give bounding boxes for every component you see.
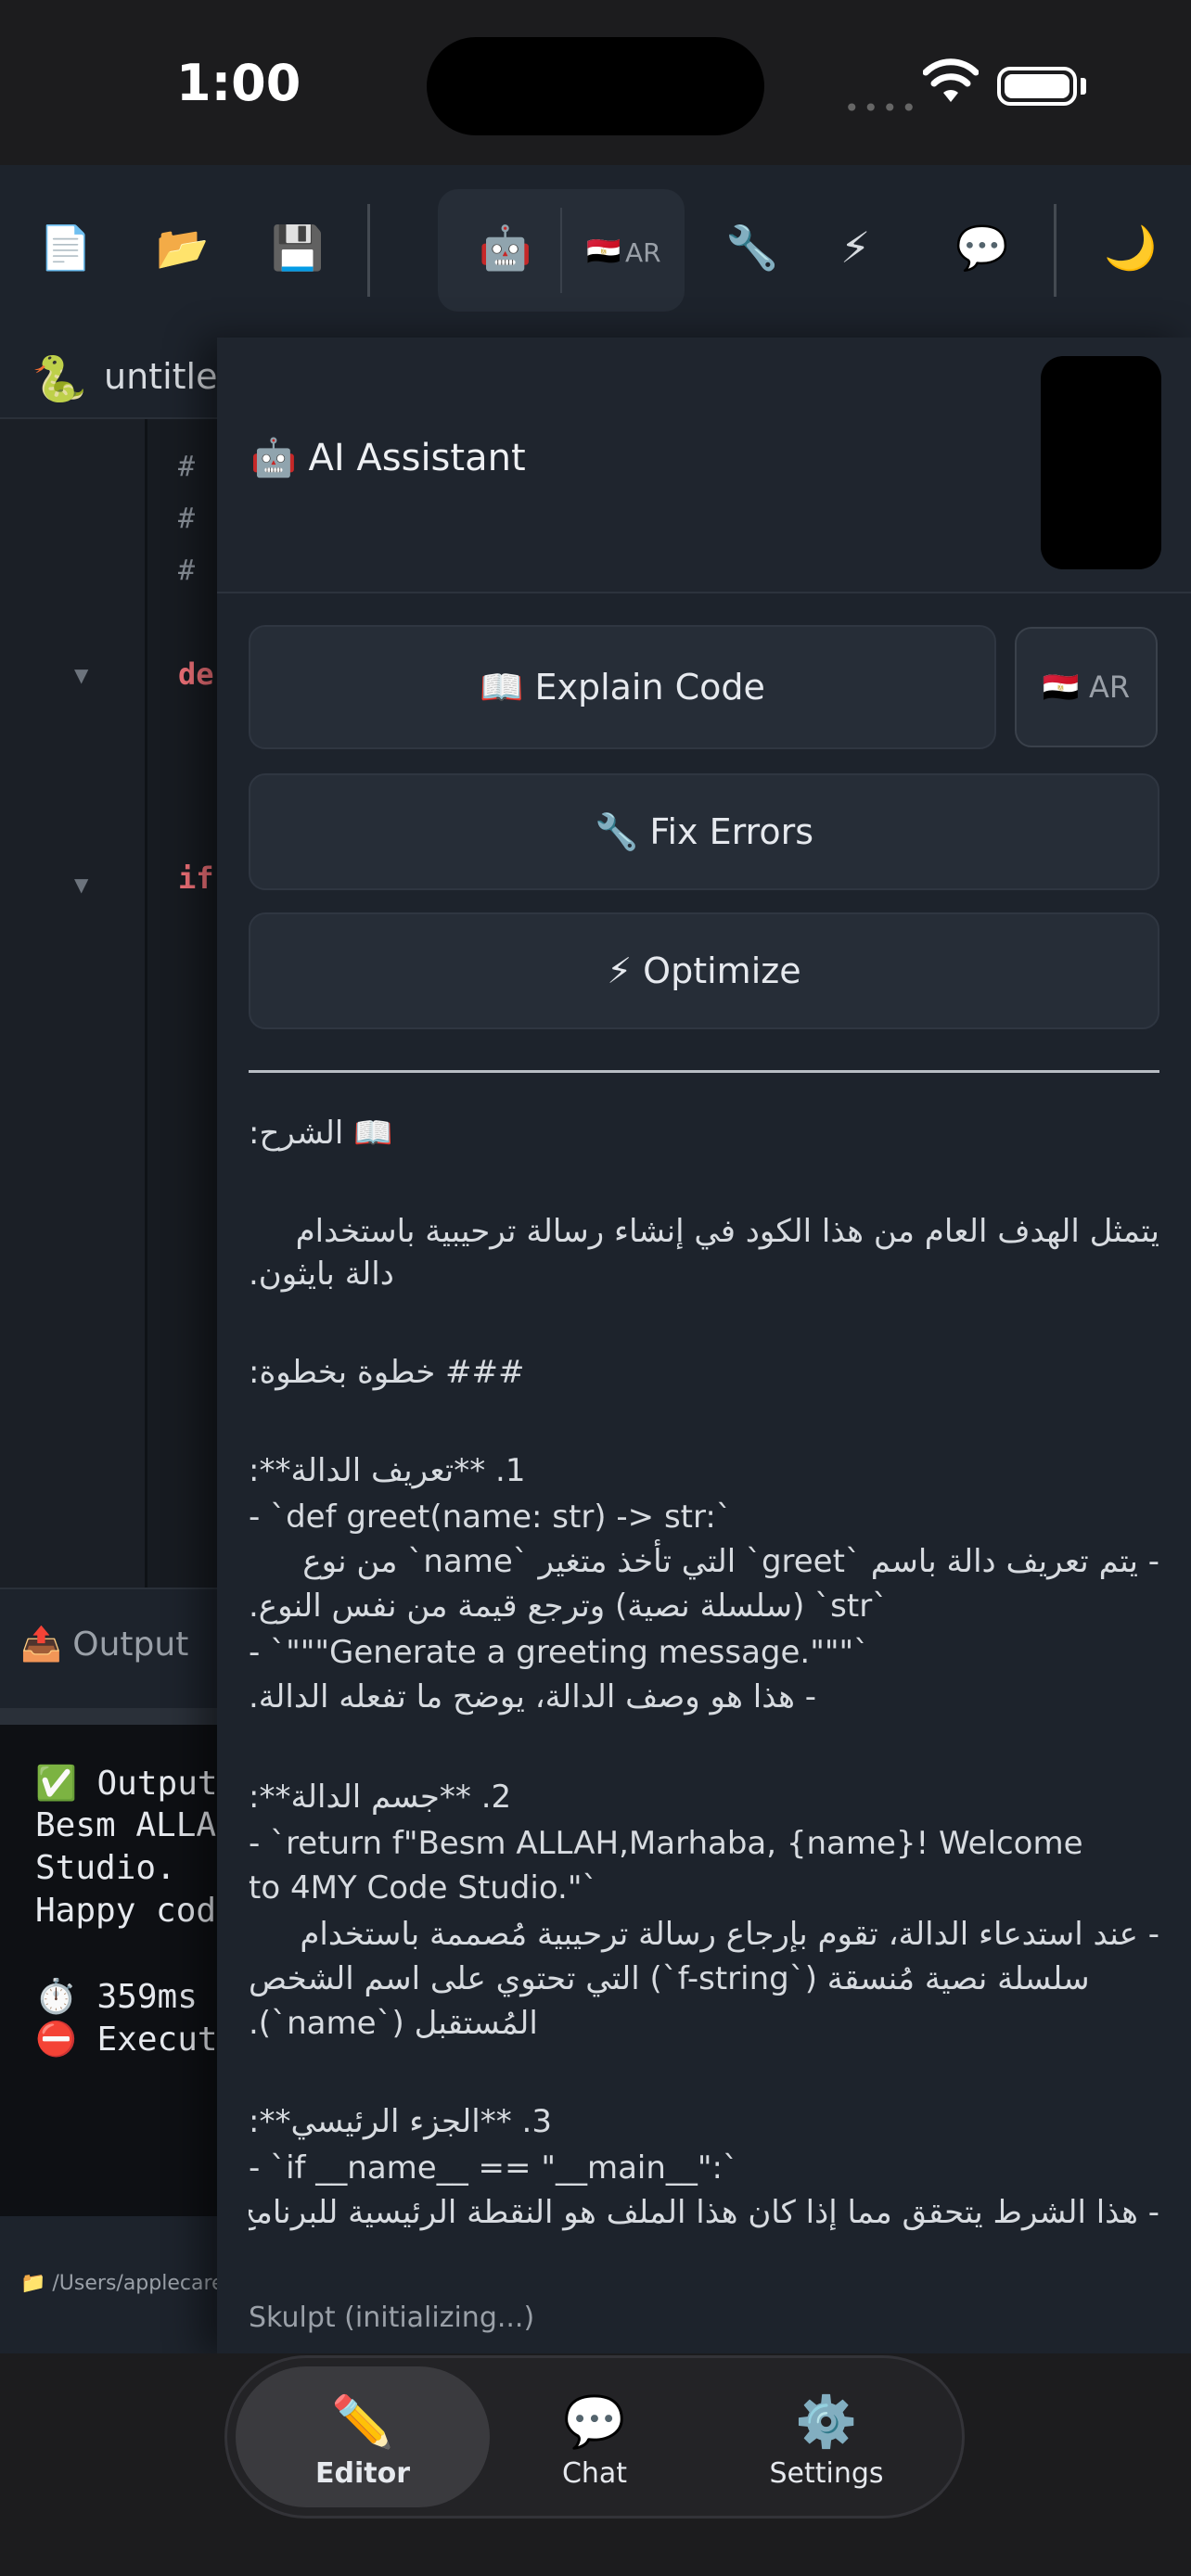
explain-code-button[interactable]: 📖 Explain Code [249,625,996,749]
ai-panel-title: 🤖 AI Assistant [250,437,526,479]
response-line: - `return f"Besm ALLAH,Marhaba, {name}! … [249,1825,1083,1862]
output-line: ✅ Output [35,1765,218,1803]
new-file-icon[interactable]: 📄 [39,223,92,274]
response-line: 📖 الشرح: [249,1115,393,1152]
response-line: ### خطوة بخطوة: [249,1354,525,1391]
output-title[interactable]: 📤 Output [20,1625,188,1664]
nav-editor-label: Editor [315,2457,410,2490]
output-line: Happy cod: [35,1892,237,1930]
response-line: 2. **جسم الدالة**: [249,1779,512,1816]
pencil-icon: ✏️ [331,2392,394,2451]
output-line: ⛔ Execut [35,2021,218,2059]
language-toggle-button[interactable]: 🇪🇬 AR [1015,627,1158,747]
dynamic-island [427,37,764,135]
code-comment: # [178,555,196,587]
nav-settings-label: Settings [769,2457,884,2490]
toolbar-divider [367,204,370,297]
battery-icon [997,67,1077,106]
runtime-status: Skulpt (initializing...) [249,2302,535,2334]
egypt-flag-icon[interactable]: 🇪🇬 [586,236,621,268]
toolbar-divider [1054,204,1057,297]
robot-icon[interactable]: 🤖 [479,223,531,274]
fix-errors-button[interactable]: 🔧 Fix Errors [249,773,1159,890]
open-folder-icon[interactable]: 📂 [156,223,209,274]
ai-response: 📖 الشرح: يتمثل الهدف العام من هذا الكود … [249,1112,1159,2353]
response-divider [249,1070,1159,1073]
optimize-button[interactable]: ⚡ Optimize [249,912,1159,1029]
nav-settings[interactable]: ⚙️ Settings [734,2392,919,2490]
gear-icon: ⚙️ [795,2392,858,2451]
fold-arrow-icon[interactable]: ▼ [74,664,88,686]
code-keyword: de [178,657,214,692]
line-number-gutter [0,419,145,1588]
code-comment: # [178,503,196,535]
output-line: Studio. [35,1849,176,1887]
response-line: - `if __name__ == "__main__":` [249,2149,738,2187]
response-line: `str` (سلسلة نصية) وترجع قيمة من نفس الن… [249,1588,889,1625]
wrench-icon[interactable]: 🔧 [725,223,778,274]
output-label: Output [72,1626,189,1664]
chat-bubble-icon: 💬 [563,2392,626,2451]
response-line: to 4MY Code Studio."` [249,1869,598,1906]
response-line: - `"""Generate a greeting message."""` [249,1634,870,1671]
outbox-icon: 📤 [20,1626,62,1664]
response-line: - هذا الشرط يتحقق مما إذا كان هذا الملف … [249,2194,1159,2231]
response-line: سلسلة نصية مُنسقة (`f-string`) التي تحتو… [249,1960,1090,1997]
response-line: - يتم تعريف دالة باسم `greet` التي تأخذ … [302,1543,1159,1580]
response-line: 1. **تعريف الدالة**: [249,1452,526,1489]
save-icon[interactable]: 💾 [271,223,324,274]
output-line: Besm ALLAH [35,1806,237,1844]
wifi-icon [923,58,979,102]
code-comment: # [178,451,196,483]
code-keyword: if [178,861,214,896]
nav-chat-label: Chat [561,2457,628,2490]
output-line: ⏱️ 359ms [35,1978,198,2016]
response-line: دالة بايثون. [249,1256,394,1293]
panel-close-button[interactable] [1041,356,1161,569]
response-line: يتمثل الهدف العام من هذا الكود في إنشاء … [295,1213,1159,1250]
status-time: 1:00 [176,54,301,112]
nav-chat[interactable]: 💬 Chat [502,2392,687,2490]
response-line: - هذا هو وصف الدالة، يوضح ما تفعله الدال… [249,1678,817,1715]
lightning-icon[interactable]: ⚡ [840,223,870,273]
response-line: - عند استدعاء الدالة، تقوم بإرجاع رسالة … [300,1916,1159,1953]
ai-assistant-panel: 🤖 AI Assistant 📖 Explain Code 🇪🇬 AR 🔧 Fi… [217,338,1191,2353]
python-snake-icon: 🐍 [32,353,87,405]
group-divider [560,208,562,293]
file-path: 📁 /Users/applecare/L [20,2272,243,2295]
chat-bubble-icon[interactable]: 💬 [955,223,1008,274]
nav-editor[interactable]: ✏️ Editor [270,2392,455,2490]
response-line: - `def greet(name: str) -> str:` [249,1498,732,1536]
signal-dots-icon: •••• [844,93,921,123]
language-label[interactable]: AR [625,237,661,268]
fold-arrow-icon[interactable]: ▼ [74,874,88,896]
moon-icon[interactable]: 🌙 [1104,223,1157,274]
response-line: 3. **الجزء الرئيسي**: [249,2103,552,2140]
battery-tip [1081,78,1086,95]
response-line: المُستقبل (`name`). [249,2005,538,2042]
